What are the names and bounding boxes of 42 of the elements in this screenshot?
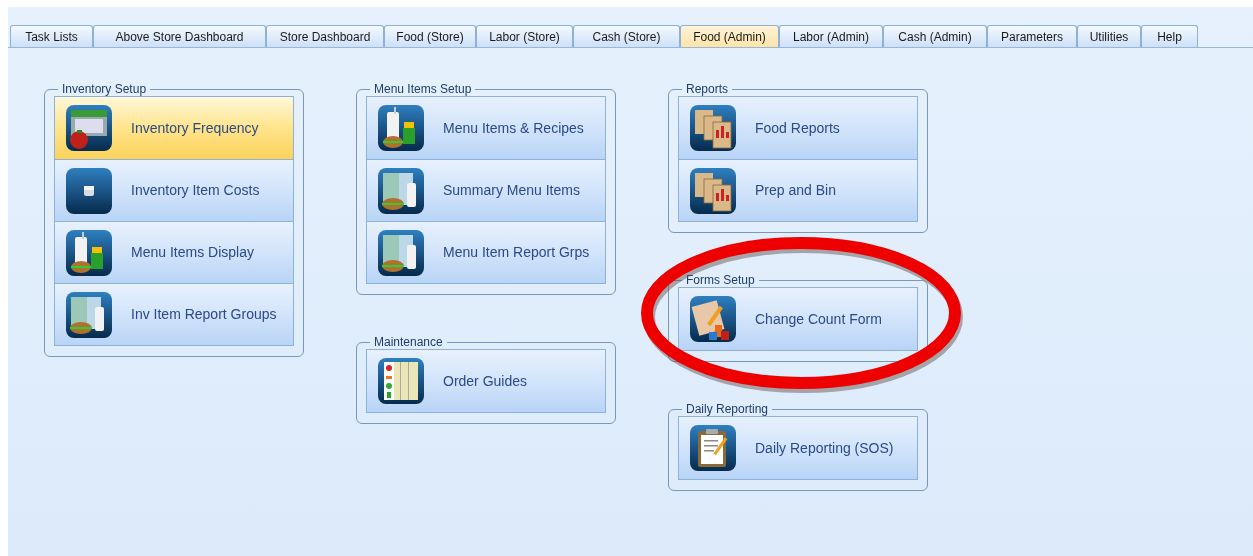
menu-tile[interactable]: Menu Item Report Grps [367, 221, 605, 283]
menu-tile[interactable]: Menu Items & Recipes [367, 97, 605, 159]
report-pages-icon [689, 104, 737, 152]
food-icon [377, 104, 425, 152]
report-pages-icon [689, 166, 737, 215]
tab[interactable]: Labor (Admin) [779, 25, 883, 47]
menu-tile[interactable]: Order Guides [367, 350, 605, 412]
group-title: Daily Reporting [685, 402, 770, 416]
menu-tile[interactable]: Menu Items Display [55, 221, 293, 283]
group-title: Forms Setup [685, 273, 756, 287]
tab[interactable]: Labor (Store) [476, 25, 573, 47]
tab[interactable]: Cash (Admin) [883, 25, 987, 47]
food-icon [65, 228, 113, 277]
menu-tile[interactable]: Prep and Bin [679, 159, 917, 221]
menu-tile[interactable]: Food Reports [679, 97, 917, 159]
tab[interactable]: Above Store Dashboard [93, 25, 266, 47]
menu-tile[interactable]: Inv Item Report Groups [55, 283, 293, 345]
menu-tile[interactable]: Daily Reporting (SOS) [679, 417, 917, 479]
menu-tile[interactable]: Inventory Frequency [55, 97, 293, 159]
tab[interactable]: Help [1141, 25, 1198, 47]
calendar-icon [65, 104, 113, 152]
tab[interactable]: Task Lists [10, 25, 93, 47]
order-guide-icon [377, 357, 425, 405]
tab[interactable]: Utilities [1077, 25, 1141, 47]
cube-icon [65, 166, 113, 215]
group-title: Inventory Setup [61, 82, 148, 96]
tab[interactable]: Store Dashboard [266, 25, 384, 47]
food-list-icon [65, 290, 113, 339]
menu-tile[interactable]: Change Count Form [679, 288, 917, 350]
tab[interactable]: Food (Admin) [680, 25, 779, 47]
food-list-icon [377, 166, 425, 215]
group-title: Menu Items Setup [373, 82, 473, 96]
tab[interactable]: Cash (Store) [573, 25, 680, 47]
tab[interactable]: Parameters [987, 25, 1077, 47]
group-title: Maintenance [373, 335, 444, 349]
menu-tile[interactable]: Summary Menu Items [367, 159, 605, 221]
food-list-icon [377, 228, 425, 277]
group-title: Reports [685, 82, 730, 96]
tab[interactable]: Food (Store) [384, 25, 476, 47]
form-pencil-icon [689, 295, 737, 343]
menu-tile[interactable]: Inventory Item Costs [55, 159, 293, 221]
clipboard-icon [689, 424, 737, 472]
